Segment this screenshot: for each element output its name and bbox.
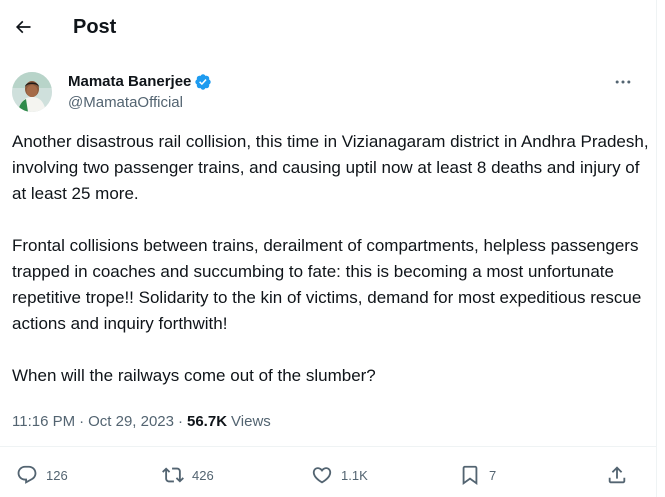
- bookmark-icon: [462, 465, 478, 486]
- repost-count: 426: [192, 467, 214, 483]
- more-button[interactable]: [608, 70, 638, 94]
- tweet-paragraph: Frontal collisions between trains, derai…: [12, 236, 642, 333]
- views-count: 56.7K: [187, 413, 228, 430]
- avatar[interactable]: [12, 72, 52, 112]
- back-button[interactable]: [6, 10, 40, 44]
- bookmark-button[interactable]: 7: [459, 464, 496, 486]
- back-arrow-icon: [15, 20, 31, 34]
- action-bar: 126 426 1.1K 7: [0, 460, 656, 496]
- verified-badge-icon[interactable]: [194, 73, 212, 91]
- views-label: Views: [231, 413, 271, 430]
- avatar-image: [12, 72, 52, 112]
- meta-separator: ·: [178, 413, 183, 430]
- column-border: [656, 0, 657, 497]
- header: Post: [0, 0, 656, 56]
- reply-count: 126: [46, 467, 68, 483]
- repost-button[interactable]: 426: [162, 464, 214, 486]
- more-icon: [615, 80, 631, 84]
- reply-icon: [17, 465, 37, 484]
- tweet-paragraph: When will the railways come out of the s…: [12, 366, 376, 385]
- bookmark-count: 7: [489, 467, 497, 483]
- tweet-time[interactable]: 11:16 PM: [12, 412, 75, 432]
- page-title: Post: [73, 16, 117, 38]
- tweet-text: Another disastrous rail collision, this …: [12, 129, 652, 389]
- repost-icon: [162, 467, 184, 483]
- author-name[interactable]: Mamata Banerjee: [68, 72, 191, 92]
- like-icon: [312, 467, 332, 484]
- like-count: 1.1K: [341, 467, 368, 483]
- share-icon: [608, 466, 626, 484]
- tweet-date[interactable]: Oct 29, 2023: [88, 412, 174, 432]
- reply-button[interactable]: 126: [16, 464, 68, 486]
- author-name-row[interactable]: Mamata Banerjee: [68, 72, 212, 92]
- tweet-meta: 11:16 PM · Oct 29, 2023 · 56.7K Views: [12, 412, 271, 432]
- author-handle[interactable]: @MamataOfficial: [68, 93, 183, 113]
- meta-separator: ·: [79, 413, 85, 430]
- divider: [0, 446, 656, 447]
- share-button[interactable]: [606, 464, 628, 486]
- tweet-paragraph: Another disastrous rail collision, this …: [12, 132, 649, 203]
- like-button[interactable]: 1.1K: [311, 464, 368, 486]
